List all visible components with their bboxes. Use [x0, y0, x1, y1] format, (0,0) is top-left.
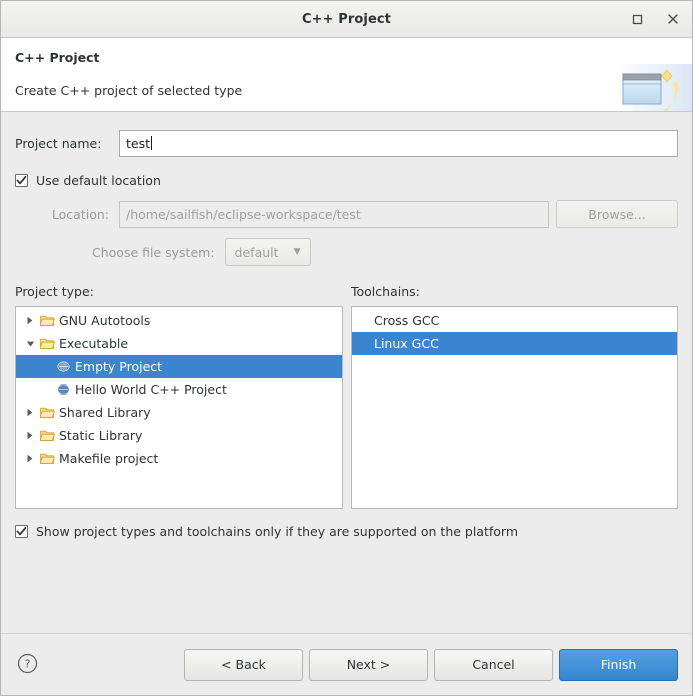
chevron-down-icon: ▼ — [294, 248, 301, 257]
tree-item-label: GNU Autotools — [59, 313, 150, 328]
text-caret — [151, 136, 152, 150]
folder-icon — [38, 337, 56, 350]
tree-item-empty-project[interactable]: Empty Project — [16, 355, 342, 378]
help-button[interactable]: ? — [15, 653, 39, 677]
project-icon — [54, 383, 72, 396]
project-name-input[interactable]: test — [119, 130, 678, 157]
tree-item-label: Shared Library — [59, 405, 151, 420]
file-system-value: default — [235, 245, 279, 260]
platform-filter-checkbox[interactable] — [15, 525, 28, 538]
toolchains-label: Toolchains: — [351, 284, 678, 299]
file-system-row: Choose file system: default ▼ — [15, 238, 678, 266]
close-button[interactable] — [662, 8, 684, 30]
tree-item-label: Empty Project — [75, 359, 162, 374]
use-default-location-row[interactable]: Use default location — [15, 170, 678, 190]
tree-item-executable[interactable]: Executable — [16, 332, 342, 355]
maximize-button[interactable] — [626, 8, 648, 30]
folder-icon — [38, 429, 56, 442]
tree-item-label: Hello World C++ Project — [75, 382, 227, 397]
close-icon — [667, 13, 679, 25]
wizard-content: Project name: test Use default location … — [1, 112, 692, 633]
folder-icon — [38, 406, 56, 419]
tree-item-shared-library[interactable]: Shared Library — [16, 401, 342, 424]
selection-panes: Project type: GNU Autotools — [15, 284, 678, 509]
wizard-banner-icon — [614, 64, 692, 112]
svg-text:?: ? — [24, 657, 30, 670]
chevron-right-icon[interactable] — [22, 408, 38, 417]
location-row: Location: /home/sailfish/eclipse-workspa… — [15, 200, 678, 228]
wizard-title: C++ Project — [15, 50, 678, 65]
tree-item-hello-world-cpp-project[interactable]: Hello World C++ Project — [16, 378, 342, 401]
platform-filter-label: Show project types and toolchains only i… — [36, 524, 518, 539]
folder-icon — [38, 314, 56, 327]
tree-item-makefile-project[interactable]: Makefile project — [16, 447, 342, 470]
chevron-right-icon[interactable] — [22, 431, 38, 440]
list-item-label: Linux GCC — [374, 336, 439, 351]
wizard-subtitle: Create C++ project of selected type — [15, 83, 678, 98]
browse-button: Browse... — [556, 200, 678, 228]
folder-icon — [38, 452, 56, 465]
checkmark-icon — [16, 526, 27, 537]
project-name-label: Project name: — [15, 136, 119, 151]
project-name-value: test — [126, 136, 150, 151]
title-bar: C++ Project — [1, 1, 692, 38]
file-system-label: Choose file system: — [92, 245, 225, 260]
location-input: /home/sailfish/eclipse-workspace/test — [119, 201, 549, 228]
list-item-cross-gcc[interactable]: Cross GCC — [352, 309, 677, 332]
file-system-combo: default ▼ — [225, 238, 311, 266]
maximize-icon — [632, 14, 643, 25]
chevron-right-icon[interactable] — [22, 316, 38, 325]
checkmark-icon — [16, 175, 27, 186]
wizard-nav-buttons: < Back Next > Cancel Finish — [184, 649, 678, 681]
tree-item-gnu-autotools[interactable]: GNU Autotools — [16, 309, 342, 332]
project-type-pane: Project type: GNU Autotools — [15, 284, 343, 509]
project-type-tree[interactable]: GNU Autotools Executable — [15, 306, 343, 509]
list-item-label: Cross GCC — [374, 313, 439, 328]
back-button[interactable]: < Back — [184, 649, 303, 681]
toolchains-list[interactable]: Cross GCC Linux GCC — [351, 306, 678, 509]
project-name-row: Project name: test — [15, 129, 678, 157]
use-default-location-checkbox[interactable] — [15, 174, 28, 187]
next-button[interactable]: Next > — [309, 649, 428, 681]
list-item-linux-gcc[interactable]: Linux GCC — [352, 332, 677, 355]
platform-filter-row[interactable]: Show project types and toolchains only i… — [15, 521, 678, 541]
project-type-label: Project type: — [15, 284, 343, 299]
window-controls — [626, 1, 684, 37]
cpp-project-wizard-dialog: C++ Project C++ Project Create C++ pro — [0, 0, 693, 696]
finish-button[interactable]: Finish — [559, 649, 678, 681]
chevron-right-icon[interactable] — [22, 454, 38, 463]
toolchains-pane: Toolchains: Cross GCC Linux GCC — [351, 284, 678, 509]
use-default-location-label: Use default location — [36, 173, 161, 188]
location-label: Location: — [15, 207, 119, 222]
tree-item-static-library[interactable]: Static Library — [16, 424, 342, 447]
dialog-button-bar: ? < Back Next > Cancel Finish — [1, 633, 692, 695]
tree-item-label: Executable — [59, 336, 128, 351]
cancel-button[interactable]: Cancel — [434, 649, 553, 681]
chevron-down-icon[interactable] — [22, 340, 38, 348]
wizard-header: C++ Project Create C++ project of select… — [1, 38, 692, 112]
tree-item-label: Makefile project — [59, 451, 158, 466]
project-icon — [54, 360, 72, 373]
tree-item-label: Static Library — [59, 428, 142, 443]
location-value: /home/sailfish/eclipse-workspace/test — [126, 207, 361, 222]
window-title: C++ Project — [302, 12, 391, 27]
help-icon: ? — [17, 653, 38, 677]
